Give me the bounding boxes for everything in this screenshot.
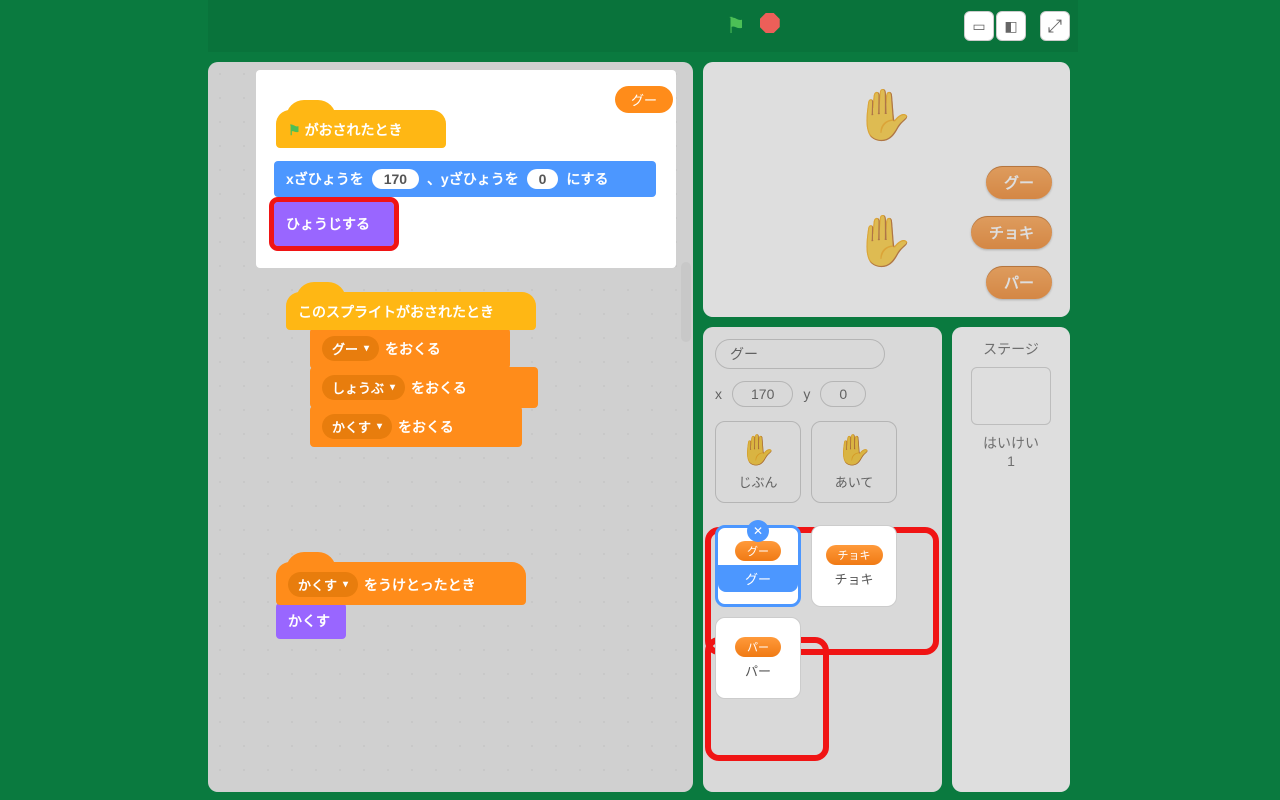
input-x[interactable]: 170 xyxy=(372,169,419,189)
dropdown[interactable]: かくす xyxy=(288,572,358,597)
stage-thumbnail[interactable] xyxy=(971,367,1051,425)
costume-pill: グー xyxy=(615,86,673,113)
sprite-hand-top: ✋ xyxy=(853,86,915,145)
sprite-thumb-gu[interactable]: ✕ グー グー xyxy=(715,525,801,607)
sprite-label: チョキ xyxy=(834,569,873,588)
block-broadcast-kakusu[interactable]: かくすをおくる xyxy=(310,406,522,447)
sprite-thumb-aite[interactable]: ✋あいて xyxy=(811,421,897,503)
green-flag-icon[interactable]: ⚑ xyxy=(726,13,746,39)
block-when-receive[interactable]: かくすをうけとったとき xyxy=(276,562,526,605)
backdrop-label: はいけい xyxy=(964,433,1058,453)
block-label: かくす xyxy=(288,613,330,629)
stage-button-choki[interactable]: チョキ xyxy=(971,216,1052,249)
sprite-hand-bottom: ✋ xyxy=(853,212,915,271)
block-label: がおされたとき xyxy=(305,122,403,138)
block-label: をおくる xyxy=(385,341,441,357)
fullscreen-button[interactable]: ⤢ xyxy=(1040,11,1070,41)
sprite-thumb-choki[interactable]: チョキ チョキ xyxy=(811,525,897,607)
sprite-label: じぶん xyxy=(738,472,777,491)
input-y[interactable]: 0 xyxy=(527,169,559,189)
block-hide[interactable]: かくす xyxy=(276,603,346,639)
block-label: をおくる xyxy=(398,419,454,435)
view-small-stage-button[interactable]: ▭ xyxy=(964,11,994,41)
sprite-y-value[interactable]: 0 xyxy=(820,381,866,407)
sprite-thumb-jibun[interactable]: ✋じぶん xyxy=(715,421,801,503)
block-broadcast-gu[interactable]: グーをおくる xyxy=(310,328,510,369)
block-when-flag-clicked[interactable]: ⚑がおされたとき xyxy=(276,110,446,148)
mini-pill: グー xyxy=(735,541,781,561)
block-label: このスプライトがおされたとき xyxy=(298,304,494,320)
block-label: をうけとったとき xyxy=(364,577,476,593)
flag-icon: ⚑ xyxy=(288,122,301,138)
stage-toolbar: ⚑ ▭ ◧ ⤢ xyxy=(208,0,1078,52)
block-goto-xy[interactable]: xざひょうを 170 、yざひょうを 0 にする xyxy=(274,161,656,197)
mini-pill: パー xyxy=(735,637,781,657)
stage-title: ステージ xyxy=(964,339,1058,359)
scripts-scrollbar[interactable] xyxy=(681,262,691,342)
block-label: ひょうじする xyxy=(286,216,370,232)
sprite-thumb-pa[interactable]: パー パー xyxy=(715,617,801,699)
block-label: にする xyxy=(566,171,608,187)
delete-sprite-icon[interactable]: ✕ xyxy=(747,520,769,542)
block-label: をおくる xyxy=(411,380,467,396)
dropdown[interactable]: かくす xyxy=(322,414,392,439)
dropdown[interactable]: グー xyxy=(322,336,379,361)
stage-button-gu[interactable]: グー xyxy=(986,166,1052,199)
dropdown[interactable]: しょうぶ xyxy=(322,375,405,400)
sprite-label: グー xyxy=(718,565,798,592)
stage[interactable]: ✋ ✋ グー チョキ パー xyxy=(703,62,1070,317)
sprite-x-value[interactable]: 170 xyxy=(732,381,793,407)
stage-button-pa[interactable]: パー xyxy=(986,266,1052,299)
backdrop-count: 1 xyxy=(964,453,1058,469)
stop-icon[interactable] xyxy=(760,13,780,33)
sprite-name-input[interactable] xyxy=(715,339,885,369)
sprite-label: パー xyxy=(745,661,771,680)
block-label: xざひょうを xyxy=(286,171,364,187)
block-label: 、yざひょうを xyxy=(427,171,519,187)
stage-selector[interactable]: ステージ はいけい 1 xyxy=(952,327,1070,792)
view-large-stage-button[interactable]: ◧ xyxy=(996,11,1026,41)
sprite-label: あいて xyxy=(835,472,874,491)
mini-pill: チョキ xyxy=(826,545,883,565)
label-x: x xyxy=(715,386,722,402)
sprite-panel: x 170 y 0 ✋じぶん ✋あいて ✕ グー グー xyxy=(703,327,942,792)
block-broadcast-shoubu[interactable]: しょうぶをおくる xyxy=(310,367,538,408)
block-show[interactable]: ひょうじする xyxy=(274,202,394,246)
label-y: y xyxy=(803,386,810,402)
scripts-area[interactable]: グー ⚑がおされたとき xざひょうを 170 、yざひょうを 0 にする ひょう… xyxy=(208,62,693,792)
block-when-sprite-clicked[interactable]: このスプライトがおされたとき xyxy=(286,292,536,330)
